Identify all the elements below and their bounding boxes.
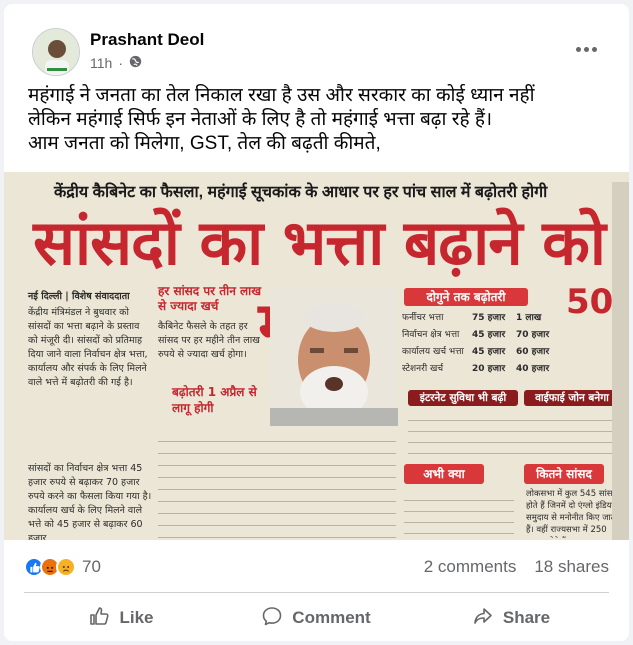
table-row-new: 60 हजार [516, 347, 550, 357]
table-row-label: कार्यालय खर्च भत्ता [402, 347, 464, 357]
shares-count[interactable]: 18 shares [534, 557, 609, 577]
post-text-line-3: आम जनता को मिलेगा, GST, तेल की बढ़ती कीम… [28, 133, 381, 154]
post-actions: Like Comment Share [24, 598, 609, 638]
table-row-label: निर्वाचन क्षेत्र भत्ता [402, 330, 460, 340]
dot-icon [583, 46, 589, 52]
sad-reaction-icon [56, 557, 76, 577]
post-card: Prashant Deol 11h · महंगाई ने जनता का ते… [4, 4, 629, 641]
table-row-old: 45 हजार [472, 347, 506, 357]
share-label: Share [502, 608, 551, 627]
table-row-new: 40 हजार [516, 364, 550, 374]
table-row-old: 75 हजार [472, 313, 506, 323]
post-text-line-2: लेकिन महंगाई सिर्फ इन नेताओं के लिए है त… [28, 109, 493, 130]
newspaper-top-line: केंद्रीय कैबिनेट का फैसला, महंगाई सूचकां… [54, 184, 548, 201]
more-options-button[interactable] [571, 34, 601, 64]
meta-separator: · [118, 55, 123, 71]
table-row-new: 1 लाख [516, 313, 542, 323]
post-header: Prashant Deol 11h · [24, 20, 609, 76]
comment-label: Comment [292, 608, 371, 627]
author-name[interactable]: Prashant Deol [90, 30, 204, 50]
newspaper-column-1: केंद्रीय मंत्रिमंडल ने बुधवार को सांसदों… [28, 307, 148, 388]
post-meta: 11h · [90, 55, 142, 71]
post-time[interactable]: 11h [90, 55, 112, 71]
comment-icon [262, 606, 282, 631]
newspaper-box-1-header: दोगुने तक बढ़ोतरी [404, 288, 528, 306]
table-row-old: 45 हजार [472, 330, 506, 340]
newspaper-box-2-header: इंटरनेट सुविधा भी बढ़ी [408, 390, 518, 406]
table-row-new: 70 हजार [516, 330, 550, 340]
dot-icon [591, 46, 597, 52]
reactions-bar: 70 2 comments 18 shares [24, 552, 609, 582]
reaction-icons[interactable] [24, 557, 76, 577]
thumbs-up-icon [89, 606, 110, 631]
newspaper-clipping-image[interactable]: केंद्रीय कैबिनेट का फैसला, महंगाई सूचकां… [4, 172, 629, 540]
newspaper-text-block [158, 430, 396, 538]
newspaper-text-block [408, 410, 620, 460]
allowance-table: फर्नीचर भत्ता 75 हजार 1 लाख निर्वाचन क्षेत… [402, 310, 562, 382]
newspaper-edge [612, 182, 629, 540]
divider [24, 592, 609, 593]
table-row-label: फर्नीचर भत्ता [402, 313, 444, 323]
politician-photo [270, 286, 398, 426]
like-label: Like [119, 608, 154, 627]
newspaper-subhead-2: बढ़ोतरी 1 अप्रैल से लागू होगी [172, 385, 257, 415]
post-message: महंगाई ने जनता का तेल निकाल रखा है उस और… [28, 84, 608, 156]
author-avatar[interactable] [32, 28, 80, 76]
newspaper-box-5-header: कितने सांसद [524, 464, 604, 484]
newspaper-subhead-1: हर सांसद पर तीन लाख से ज्यादा खर्च [158, 284, 262, 313]
share-button[interactable]: Share [414, 598, 609, 638]
newspaper-text-block [404, 490, 514, 536]
table-row-old: 20 हजार [472, 364, 506, 374]
post-stats: 2 comments 18 shares [424, 557, 609, 577]
newspaper-dateline: नई दिल्ली | विशेष संवाददाता [28, 291, 130, 302]
dot-icon [575, 46, 581, 52]
newspaper-right-text: लोकसभा में कुल 545 सांसद होते हैं जिनमें… [526, 489, 618, 538]
post-text-line-1: महंगाई ने जनता का तेल निकाल रखा है उस और… [28, 85, 535, 106]
share-icon [473, 606, 493, 631]
newspaper-headline: सांसदों का भत्ता बढ़ाने को मंजूरी [33, 206, 606, 361]
newspaper-box-3-header: वाईफाई जोन बनेगा [524, 390, 620, 406]
table-row-label: स्टेशनरी खर्च [402, 364, 444, 374]
like-button[interactable]: Like [24, 598, 219, 638]
comments-count[interactable]: 2 comments [424, 557, 517, 577]
globe-icon [129, 55, 142, 71]
reaction-count[interactable]: 70 [82, 557, 101, 577]
newspaper-mid-text: कैबिनेट फैसले के तहत हर सांसद पर हर महीन… [158, 321, 260, 360]
big-number: 50 [566, 282, 614, 322]
comment-button[interactable]: Comment [219, 598, 414, 638]
newspaper-box-4-header: अभी क्या [404, 464, 484, 484]
newspaper-column-1b: सांसदों का निर्वाचन क्षेत्र भत्ता 45 हजा… [28, 463, 152, 540]
